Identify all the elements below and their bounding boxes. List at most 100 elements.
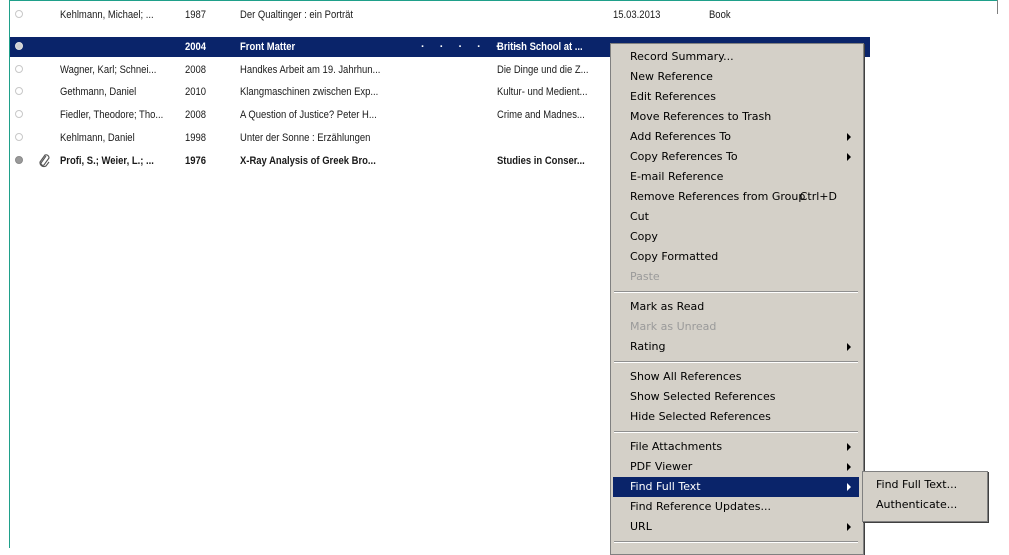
- read-status-icon: [15, 10, 23, 18]
- attachment-icon: [37, 153, 51, 169]
- menu-item-move-references-to-trash[interactable]: Move References to Trash: [611, 107, 859, 127]
- column-divider: [997, 0, 998, 14]
- menu-item-add-references-to[interactable]: Add References To: [611, 127, 859, 147]
- menu-item-label: Record Summary...: [630, 50, 734, 63]
- menu-item-hide-selected-references[interactable]: Hide Selected References: [611, 407, 859, 427]
- author-cell: Profi, S.; Weier, L.; ...: [60, 155, 154, 167]
- menu-item-url[interactable]: URL: [611, 517, 859, 537]
- read-status-icon: [15, 156, 23, 164]
- author-cell: Fiedler, Theodore; Tho...: [60, 109, 164, 121]
- submenu-arrow-icon: [847, 133, 851, 141]
- secondary-title-cell: Crime and Madnes...: [497, 109, 585, 121]
- submenu-arrow-icon: [847, 523, 851, 531]
- menu-item-label: Mark as Read: [630, 300, 705, 313]
- menu-item-label: PDF Viewer: [630, 460, 693, 473]
- title-cell: A Question of Justice? Peter H...: [240, 109, 377, 121]
- title-cell: Der Qualtinger : ein Porträt: [240, 9, 354, 21]
- find-full-text-submenu: Find Full Text... Authenticate...: [862, 471, 988, 522]
- menu-item-authenticate[interactable]: Authenticate...: [863, 495, 985, 515]
- year-cell: 2004: [185, 41, 207, 53]
- reference-type-cell: Book: [709, 9, 731, 21]
- menu-item-remove-references-from-group[interactable]: Remove References from Group Ctrl+D: [611, 187, 859, 207]
- submenu-arrow-icon: [847, 153, 851, 161]
- menu-item-label: Show Selected References: [630, 390, 776, 403]
- menu-item-mark-as-read[interactable]: Mark as Read: [611, 297, 859, 317]
- menu-item-label: Mark as Unread: [630, 320, 717, 333]
- menu-item-cut[interactable]: Cut: [611, 207, 859, 227]
- year-cell: 2008: [185, 64, 207, 76]
- menu-item-label: Move References to Trash: [630, 110, 772, 123]
- submenu-arrow-icon: [847, 443, 851, 451]
- secondary-title-cell: Kultur- und Medient...: [497, 86, 588, 98]
- menu-item-mark-as-unread: Mark as Unread: [611, 317, 859, 337]
- author-cell: Kehlmann, Daniel: [60, 132, 135, 144]
- read-status-icon: [15, 65, 23, 73]
- menu-item-label: Copy Formatted: [630, 250, 719, 263]
- secondary-title-cell: Die Dinge und die Z...: [497, 64, 589, 76]
- menu-item-label: Remove References from Group: [630, 190, 806, 203]
- menu-item-label: Hide Selected References: [630, 410, 771, 423]
- menu-item-label: E-mail Reference: [630, 170, 724, 183]
- submenu-arrow-icon: [847, 463, 851, 471]
- menu-item-label: Cut: [630, 210, 649, 223]
- date-cell: 15.03.2013: [613, 9, 661, 21]
- menu-item-label: File Attachments: [630, 440, 723, 453]
- menu-item-find-full-text-submenu[interactable]: Find Full Text...: [863, 475, 985, 495]
- context-menu: Record Summary... New Reference Edit Refer…: [610, 43, 864, 555]
- menu-item-find-full-text[interactable]: Find Full Text: [613, 477, 859, 497]
- read-status-icon: [15, 110, 23, 118]
- menu-item-copy[interactable]: Copy: [611, 227, 859, 247]
- menu-item-label: Copy: [630, 230, 658, 243]
- year-cell: 2010: [185, 86, 207, 98]
- menu-separator: [614, 541, 858, 543]
- menu-item-show-all-references[interactable]: Show All References: [611, 367, 859, 387]
- title-cell: Klangmaschinen zwischen Exp...: [240, 86, 379, 98]
- menu-item-label: Show All References: [630, 370, 742, 383]
- author-cell: Wagner, Karl; Schnei...: [60, 64, 157, 76]
- menu-item-label: URL: [630, 520, 652, 533]
- secondary-title-cell: [497, 5, 609, 25]
- year-cell: 1976: [185, 155, 207, 167]
- menu-item-rating[interactable]: Rating: [611, 337, 859, 357]
- reference-row[interactable]: Kehlmann, Michael; ... 1987 Der Qualting…: [10, 5, 870, 25]
- menu-separator: [614, 291, 858, 293]
- title-cell: Front Matter: [240, 41, 296, 53]
- menu-separator: [614, 431, 858, 433]
- read-status-icon: [15, 87, 23, 95]
- menu-item-label: Paste: [630, 270, 660, 283]
- author-cell: Gethmann, Daniel: [60, 86, 137, 98]
- menu-item-label: Find Reference Updates...: [630, 500, 771, 513]
- year-cell: 1987: [185, 9, 207, 21]
- title-cell: X-Ray Analysis of Greek Bro...: [240, 155, 376, 167]
- menu-item-label: Copy References To: [630, 150, 738, 163]
- menu-item-label: Rating: [630, 340, 666, 353]
- year-cell: 1998: [185, 132, 207, 144]
- menu-item-file-attachments[interactable]: File Attachments: [611, 437, 859, 457]
- secondary-title-cell: [497, 128, 609, 148]
- menu-item-label: New Reference: [630, 70, 713, 83]
- menu-item-label: Add References To: [630, 130, 731, 143]
- menu-item-paste: Paste: [611, 267, 859, 287]
- menu-item-copy-formatted[interactable]: Copy Formatted: [611, 247, 859, 267]
- menu-item-e-mail-reference[interactable]: E-mail Reference: [611, 167, 859, 187]
- menu-item-edit-references[interactable]: Edit References: [611, 87, 859, 107]
- read-status-icon: [15, 42, 23, 50]
- menu-item-pdf-viewer[interactable]: PDF Viewer: [611, 457, 859, 477]
- read-status-icon: [15, 133, 23, 141]
- menu-item-copy-references-to[interactable]: Copy References To: [611, 147, 859, 167]
- author-cell: Kehlmann, Michael; ...: [60, 9, 154, 21]
- menu-item-new-reference[interactable]: New Reference: [611, 67, 859, 87]
- title-cell: Unter der Sonne : Erzählungen: [240, 132, 371, 144]
- secondary-title-cell: Studies in Conser...: [497, 155, 585, 167]
- menu-item-record-summary[interactable]: Record Summary...: [611, 47, 859, 67]
- menu-item-label: Find Full Text: [630, 480, 701, 493]
- year-cell: 2008: [185, 109, 207, 121]
- menu-item-label: Edit References: [630, 90, 716, 103]
- shortcut-label: Ctrl+D: [799, 190, 837, 203]
- menu-item-find-reference-updates[interactable]: Find Reference Updates...: [611, 497, 859, 517]
- title-cell: Handkes Arbeit am 19. Jahrhun...: [240, 64, 381, 76]
- secondary-title-cell: British School at ...: [497, 41, 583, 53]
- author-cell: [60, 37, 180, 57]
- submenu-arrow-icon: [847, 483, 851, 491]
- menu-item-show-selected-references[interactable]: Show Selected References: [611, 387, 859, 407]
